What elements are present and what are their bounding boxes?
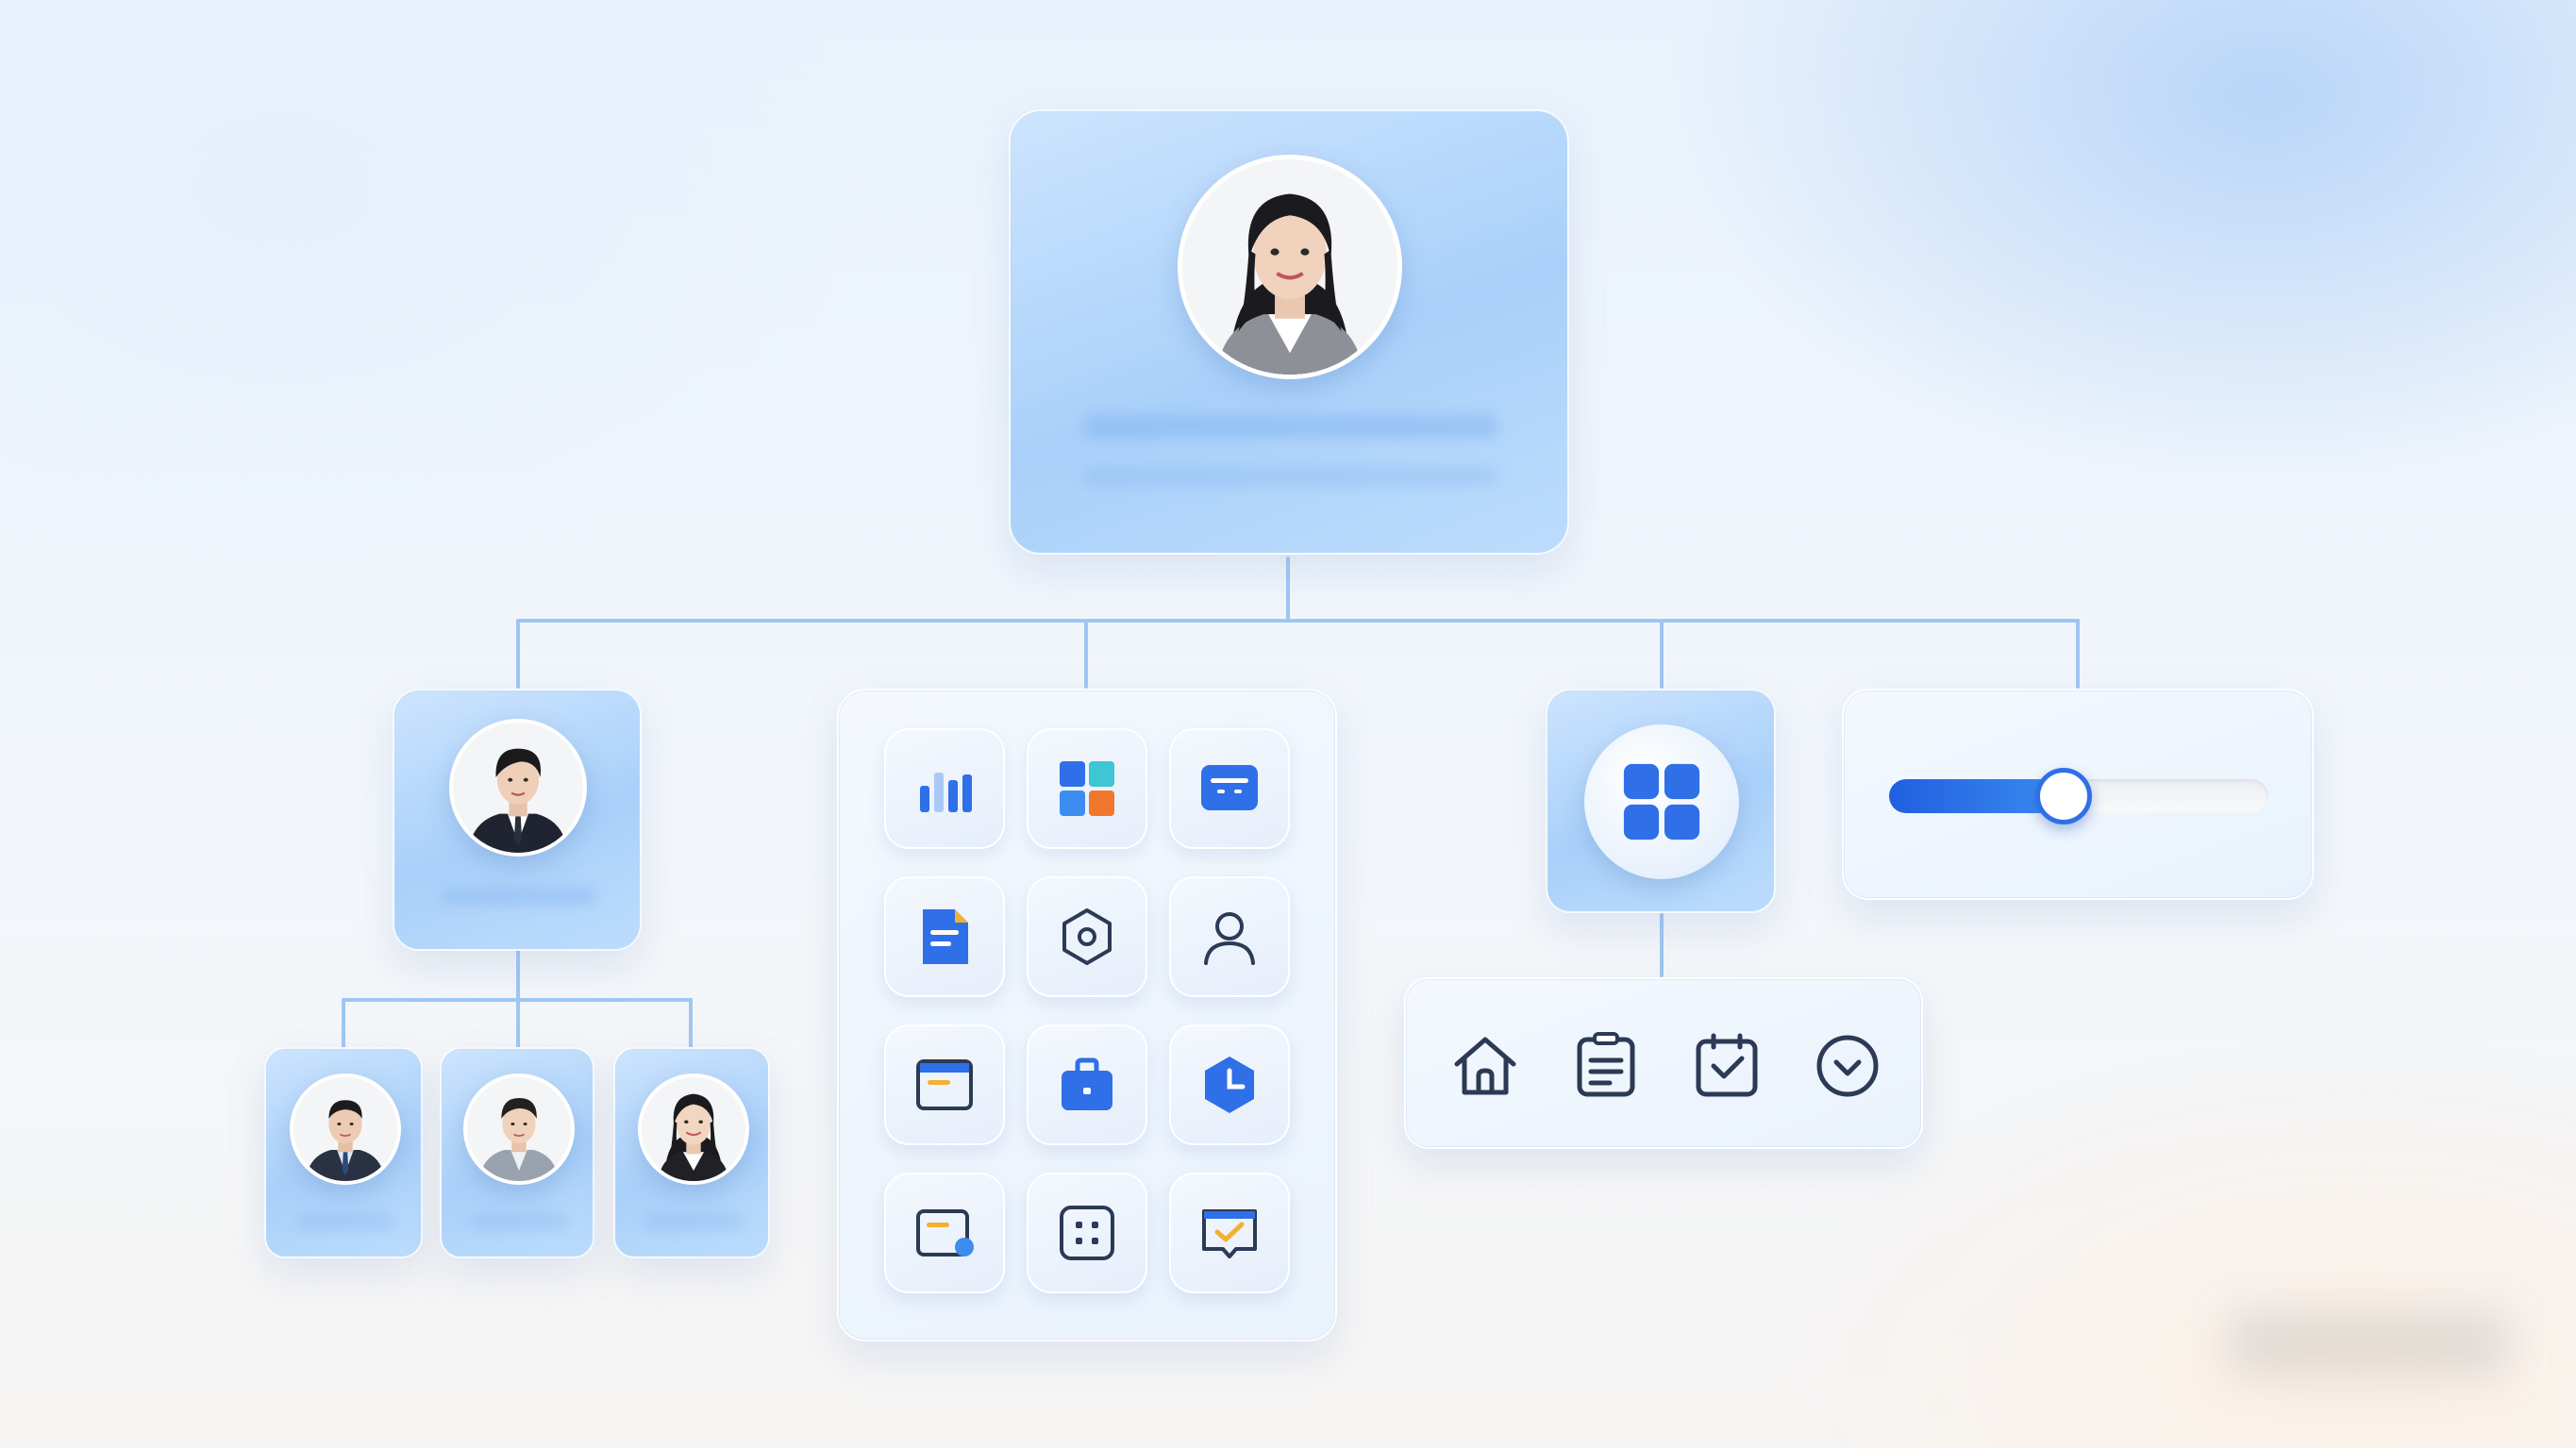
- tile-settings[interactable]: [1027, 876, 1147, 997]
- connector-main-horizontal: [516, 619, 2080, 623]
- app-grid-icon: [1060, 761, 1114, 816]
- tile-dice-grid[interactable]: [1027, 1173, 1147, 1293]
- man-portrait-icon: [453, 723, 583, 853]
- tile-calendar-window[interactable]: [884, 1024, 1005, 1145]
- tile-card[interactable]: [884, 1173, 1005, 1293]
- team-member-3-avatar: [638, 1074, 749, 1185]
- manager-card[interactable]: [393, 689, 642, 951]
- briefcase-icon: [1062, 1057, 1112, 1110]
- tile-clock[interactable]: [1169, 1024, 1290, 1145]
- checked-message-icon: [1202, 1209, 1257, 1258]
- home-icon: [1454, 1037, 1516, 1095]
- document-icon: [923, 909, 968, 964]
- connector-top-vertical: [1286, 557, 1290, 621]
- settings-hexagon-icon: [1062, 908, 1112, 965]
- slider-track[interactable]: [1889, 768, 2268, 824]
- connector-drop-team-3: [689, 998, 693, 1049]
- app-grid-panel: [837, 689, 1337, 1341]
- nav-more-button[interactable]: [1810, 1028, 1885, 1104]
- tile-app-grid[interactable]: [1027, 728, 1147, 849]
- connector-manager-vertical: [516, 950, 520, 1001]
- tile-user[interactable]: [1169, 876, 1290, 997]
- connector-drop-manager: [516, 619, 520, 689]
- nav-notes-button[interactable]: [1568, 1028, 1644, 1104]
- notes-icon: [1577, 1032, 1635, 1097]
- card-icon: [916, 1209, 974, 1257]
- top-person-card[interactable]: [1009, 109, 1569, 555]
- tile-bar-chart[interactable]: [884, 728, 1005, 849]
- connector-drop-app-grid: [1084, 619, 1088, 689]
- apps-icon: [1623, 763, 1700, 841]
- slider-card: [1842, 689, 2314, 900]
- team-member-card-3[interactable]: [613, 1047, 770, 1258]
- bar-chart-icon: [920, 773, 972, 812]
- calendar-window-icon: [916, 1059, 973, 1110]
- message-icon: [1201, 765, 1258, 810]
- apps-button[interactable]: [1584, 724, 1739, 879]
- manager-name-placeholder: [442, 889, 596, 904]
- dice-grid-icon: [1060, 1206, 1114, 1260]
- team-member-card-2[interactable]: [440, 1047, 594, 1258]
- connector-drop-slider: [2076, 619, 2080, 689]
- team-member-card-1[interactable]: [264, 1047, 423, 1258]
- tile-checked-message[interactable]: [1169, 1173, 1290, 1293]
- tile-message[interactable]: [1169, 728, 1290, 849]
- woman-portrait-icon: [1182, 159, 1397, 374]
- connector-drop-team-1: [342, 998, 345, 1049]
- nav-home-button[interactable]: [1447, 1028, 1523, 1104]
- chevron-down-circle-icon: [1816, 1035, 1879, 1097]
- calendar-check-icon: [1696, 1033, 1758, 1097]
- team-member-3-name-placeholder: [644, 1215, 743, 1228]
- nav-bar-card: [1404, 977, 1923, 1149]
- team-member-2-avatar: [463, 1074, 575, 1185]
- nav-calendar-button[interactable]: [1689, 1028, 1765, 1104]
- apps-button-card: [1546, 689, 1776, 913]
- woman-portrait-icon: [642, 1077, 745, 1181]
- top-person-avatar: [1178, 155, 1402, 379]
- team-member-1-avatar: [290, 1074, 401, 1185]
- tile-briefcase[interactable]: [1027, 1024, 1147, 1145]
- connector-drop-team-2: [516, 998, 520, 1049]
- decorative-blur-shadow: [2227, 1311, 2510, 1377]
- man-portrait-icon: [467, 1077, 571, 1181]
- man-portrait-icon: [293, 1077, 397, 1181]
- top-person-name-placeholder: [1083, 415, 1498, 438]
- team-member-2-name-placeholder: [470, 1215, 568, 1228]
- connector-drop-apps-button: [1660, 619, 1664, 689]
- clock-icon: [1205, 1057, 1254, 1113]
- user-icon: [1204, 912, 1255, 965]
- top-person-role-placeholder: [1083, 468, 1498, 485]
- manager-avatar: [449, 719, 587, 857]
- tile-document[interactable]: [884, 876, 1005, 997]
- connector-apps-to-nav: [1660, 913, 1664, 977]
- slider-thumb[interactable]: [2034, 768, 2092, 824]
- team-member-1-name-placeholder: [296, 1215, 394, 1228]
